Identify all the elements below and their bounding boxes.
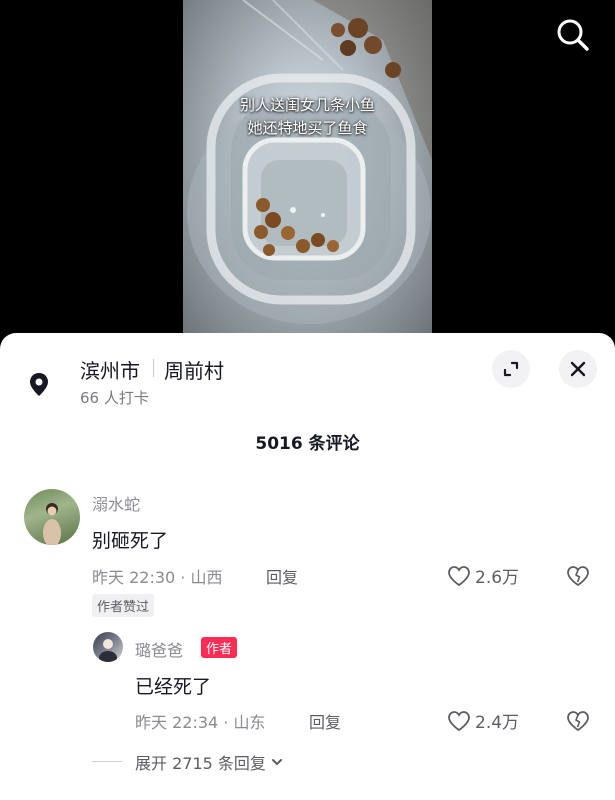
glass-bowl-image <box>187 0 432 324</box>
comment-text: 别砸死了 <box>92 530 169 552</box>
location-checkins: 66 人打卡 <box>80 389 149 407</box>
reply-username[interactable]: 璐爸爸 <box>135 637 183 661</box>
close-icon <box>570 361 586 377</box>
heart-outline-icon <box>448 565 470 586</box>
expand-button[interactable] <box>492 350 530 388</box>
close-button[interactable] <box>559 350 597 388</box>
comment-username[interactable]: 溺水蛇 <box>92 491 140 515</box>
comment-count: 5016 条评论 <box>255 434 360 454</box>
like-button[interactable]: 2.4万 <box>447 708 519 733</box>
location-city[interactable]: 滨州市 <box>80 355 140 384</box>
expand-replies-button[interactable]: 展开 2715 条回复 <box>135 750 284 774</box>
search-button[interactable] <box>552 14 594 56</box>
location-divider <box>153 359 154 377</box>
heart-outline-icon <box>448 710 470 731</box>
video-player[interactable]: 别人送闺女几条小鱼 她还特地买了鱼食 <box>0 0 615 340</box>
expand-replies-label: 展开 2715 条回复 <box>135 754 266 773</box>
broken-heart-icon <box>567 566 589 587</box>
comment-meta: 昨天 22:30 · 山西 <box>92 568 223 587</box>
avatar[interactable] <box>93 632 123 662</box>
video-frame[interactable]: 别人送闺女几条小鱼 她还特地买了鱼食 <box>183 0 432 340</box>
expand-divider <box>92 761 122 762</box>
like-count: 2.6万 <box>475 568 520 588</box>
chevron-down-icon <box>271 759 282 765</box>
expand-icon <box>503 361 519 377</box>
reply-meta: 昨天 22:34 · 山东 <box>135 713 266 732</box>
reply-text: 已经死了 <box>135 676 212 698</box>
caption-line-2: 她还特地买了鱼食 <box>247 119 368 137</box>
reply-button[interactable]: 回复 <box>266 564 298 588</box>
avatar[interactable] <box>24 489 80 545</box>
author-liked-badge: 作者赞过 <box>92 594 155 617</box>
dislike-button[interactable] <box>566 564 590 588</box>
location-pin-icon <box>24 369 54 399</box>
comments-sheet: 滨州市 周前村 66 人打卡 5016 条评论 溺水蛇 别砸死了 昨天 22:3… <box>0 333 615 800</box>
like-button[interactable]: 2.6万 <box>447 563 519 588</box>
reply-button[interactable]: 回复 <box>309 709 341 733</box>
like-count: 2.4万 <box>475 713 520 733</box>
location-village[interactable]: 周前村 <box>164 355 224 384</box>
video-caption: 别人送闺女几条小鱼 她还特地买了鱼食 <box>183 94 432 140</box>
author-badge: 作者 <box>201 637 238 658</box>
search-icon <box>557 19 589 51</box>
caption-line-1: 别人送闺女几条小鱼 <box>239 96 375 114</box>
dislike-button[interactable] <box>566 709 590 733</box>
broken-heart-icon <box>567 711 589 732</box>
